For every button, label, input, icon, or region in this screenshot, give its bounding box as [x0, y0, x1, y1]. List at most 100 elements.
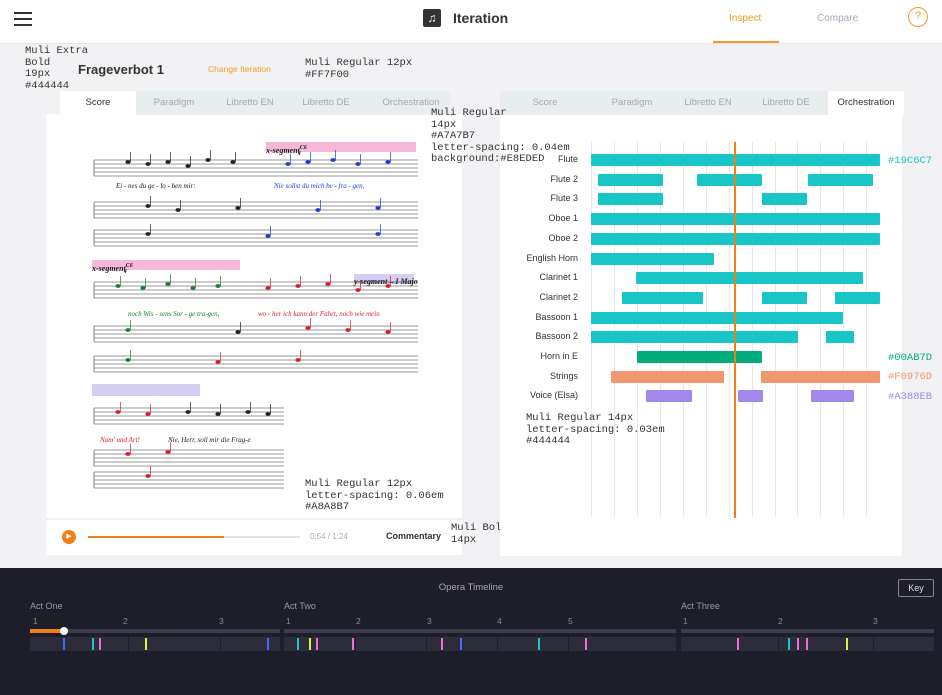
instrument-label: Bassoon 1	[535, 311, 578, 322]
orchestration-bar[interactable]	[835, 291, 880, 304]
act-track[interactable]	[284, 629, 676, 633]
scene-number[interactable]: 3	[427, 616, 432, 626]
orchestration-bar[interactable]	[761, 370, 880, 383]
scene-number[interactable]: 3	[219, 616, 224, 626]
timeline-marker[interactable]	[316, 638, 318, 650]
tab-libretto-de-right[interactable]: Libretto DE	[748, 91, 824, 115]
note-head	[140, 286, 146, 290]
note-head	[235, 330, 241, 334]
note-head	[305, 326, 311, 330]
timeline-marker[interactable]	[63, 638, 65, 650]
menu-icon[interactable]	[14, 12, 32, 26]
tab-score-left[interactable]: Score	[60, 91, 136, 115]
act-track[interactable]	[681, 629, 934, 633]
orchestration-bar[interactable]	[637, 351, 762, 363]
change-iteration-link[interactable]: Change Iteration	[208, 64, 271, 74]
note-head	[145, 204, 151, 208]
annotation-time-font: Muli Regular 12px letter-spacing: 0.06em…	[305, 478, 444, 513]
timeline-marker[interactable]	[737, 638, 739, 650]
play-button[interactable]: ▶	[62, 530, 76, 544]
tab-orchestration-right[interactable]: Orchestration	[828, 91, 904, 115]
orchestration-bar[interactable]	[738, 390, 763, 403]
key-button[interactable]: Key	[898, 579, 934, 597]
timeline-marker[interactable]	[585, 638, 587, 650]
orchestration-bar[interactable]	[598, 193, 663, 206]
lyric-line-2a: noch Wis - sens Sor - ge tra-gen,	[128, 310, 220, 318]
orchestration-bar[interactable]	[591, 213, 880, 226]
timeline-marker[interactable]	[297, 638, 299, 650]
grid-line	[683, 142, 684, 517]
timeline-marker[interactable]	[309, 638, 311, 650]
orchestration-bar[interactable]	[611, 370, 724, 383]
orchestration-bar[interactable]	[591, 252, 714, 265]
note-head	[355, 288, 361, 292]
instrument-label: Oboe 1	[548, 213, 578, 224]
scene-number[interactable]: 1	[286, 616, 291, 626]
playhead-line[interactable]	[734, 142, 736, 518]
instrument-label: Strings	[549, 370, 578, 381]
timeline-marker[interactable]	[441, 638, 443, 650]
tab-paradigm-left[interactable]: Paradigm	[136, 91, 212, 115]
orchestration-bar[interactable]	[622, 291, 703, 304]
help-button[interactable]: ?	[908, 7, 928, 27]
instrument-label: English Horn	[526, 252, 578, 263]
lyric-line-1a: Ei - nes du ge - lo - ben mir:	[115, 182, 196, 190]
timeline-marker[interactable]	[806, 638, 808, 650]
note-head	[185, 164, 191, 168]
orchestration-bar[interactable]	[762, 193, 807, 206]
scene-number[interactable]: 2	[123, 616, 128, 626]
orchestration-bar[interactable]	[762, 291, 807, 304]
orchestration-bar[interactable]	[636, 272, 863, 285]
timeline-marker[interactable]	[788, 638, 790, 650]
music-note-icon: ♫	[423, 9, 441, 27]
note-head	[230, 160, 236, 164]
note-head	[245, 410, 251, 414]
orchestration-bar[interactable]	[811, 390, 854, 403]
act-segment-strip[interactable]	[284, 637, 676, 651]
orchestration-bar[interactable]	[591, 232, 880, 245]
tab-libretto-en-left[interactable]: Libretto EN	[212, 91, 288, 115]
scene-number[interactable]: 1	[683, 616, 688, 626]
note-head	[145, 474, 151, 478]
scene-number[interactable]: 4	[497, 616, 502, 626]
tab-libretto-en-right[interactable]: Libretto EN	[670, 91, 746, 115]
timeline-marker[interactable]	[846, 638, 848, 650]
progress-track[interactable]	[88, 536, 300, 538]
grid-line	[729, 142, 730, 517]
note-head	[185, 410, 191, 414]
commentary-button[interactable]: Commentary	[386, 531, 441, 541]
timeline-scrubber[interactable]	[60, 627, 68, 635]
tab-libretto-de-left[interactable]: Libretto DE	[288, 91, 364, 115]
timeline-marker[interactable]	[99, 638, 101, 650]
timeline-marker[interactable]	[538, 638, 540, 650]
orchestration-bar[interactable]	[591, 331, 798, 344]
orchestration-bar[interactable]	[646, 390, 692, 403]
note-head	[165, 450, 171, 454]
instrument-label: Flute 2	[550, 173, 578, 184]
orchestration-bar[interactable]	[826, 331, 854, 344]
act-segment-strip[interactable]	[30, 637, 280, 651]
timeline-marker[interactable]	[460, 638, 462, 650]
timeline-marker[interactable]	[267, 638, 269, 650]
scene-divider	[778, 637, 779, 651]
scene-number[interactable]: 1	[33, 616, 38, 626]
timeline-marker[interactable]	[352, 638, 354, 650]
timeline-marker[interactable]	[145, 638, 147, 650]
scene-number[interactable]: 2	[778, 616, 783, 626]
orchestration-bar[interactable]	[591, 154, 880, 166]
timeline-marker[interactable]	[92, 638, 94, 650]
tab-inspect[interactable]: Inspect	[729, 13, 761, 24]
scene-number[interactable]: 2	[356, 616, 361, 626]
tab-compare[interactable]: Compare	[817, 13, 858, 24]
orchestration-bar[interactable]	[697, 173, 762, 186]
note-head	[165, 160, 171, 164]
segment-label-1: x-segmentC6 4	[265, 145, 307, 157]
orchestration-bar[interactable]	[598, 173, 663, 186]
tab-paradigm-right[interactable]: Paradigm	[594, 91, 670, 115]
scene-number[interactable]: 3	[873, 616, 878, 626]
orchestration-bar[interactable]	[808, 173, 873, 186]
time-display: 0:54 / 1:24	[310, 532, 348, 541]
scene-number[interactable]: 5	[568, 616, 573, 626]
orchestration-bar[interactable]	[591, 311, 843, 324]
timeline-marker[interactable]	[797, 638, 799, 650]
